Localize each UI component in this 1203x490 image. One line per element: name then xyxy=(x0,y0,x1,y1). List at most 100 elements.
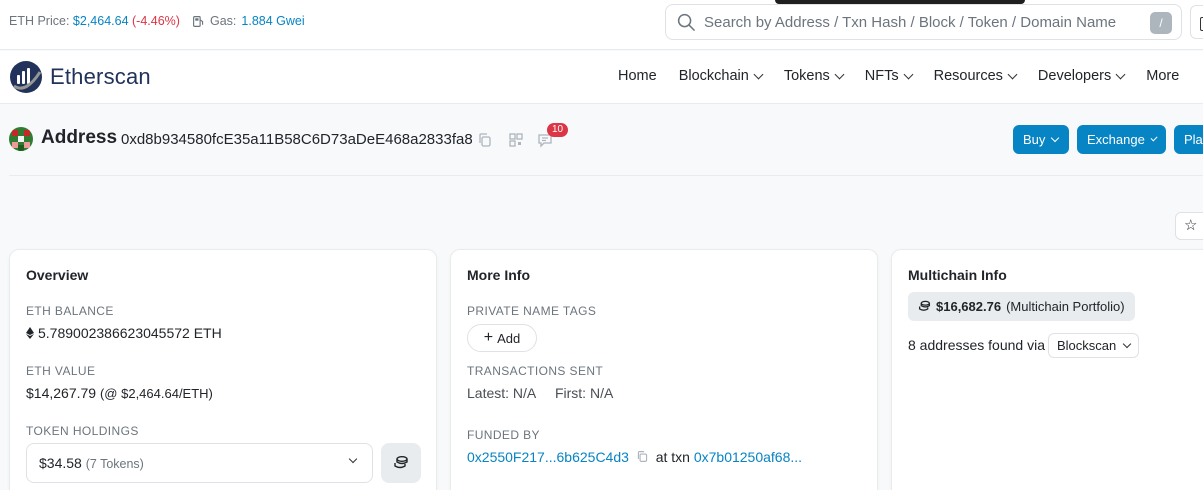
latest-label: Latest: xyxy=(467,385,510,401)
star-icon: ☆ xyxy=(1184,217,1198,234)
token-holdings-count: (7 Tokens) xyxy=(85,457,144,471)
exchange-button-label: Exchange xyxy=(1087,132,1145,147)
chevron-down-icon xyxy=(1051,133,1060,142)
avatar xyxy=(9,127,33,151)
gas-pump-icon xyxy=(193,15,204,27)
nav-resources[interactable]: Resources xyxy=(933,68,1018,84)
ethereum-icon xyxy=(26,327,34,339)
gas-value[interactable]: 1.884 Gwei xyxy=(241,14,304,28)
blockscan-dropdown[interactable]: Blockscan xyxy=(1048,333,1140,358)
eth-value: $14,267.79 (@ $2,464.64/ETH) xyxy=(26,385,213,401)
funded-txn-link[interactable]: 0x7b01250af68... xyxy=(694,449,802,465)
add-tag-label: Add xyxy=(497,330,521,346)
tx-sent-label: TRANSACTIONS SENT xyxy=(467,364,604,378)
nav-tokens[interactable]: Tokens xyxy=(783,68,845,84)
gas-info: Gas: 1.884 Gwei xyxy=(192,14,305,28)
favorite-star-button[interactable]: ☆ xyxy=(1175,212,1203,240)
chevron-down-icon xyxy=(1123,339,1132,348)
search-input[interactable] xyxy=(704,13,1144,31)
nav-more[interactable]: More xyxy=(1146,68,1179,84)
chevron-down-icon xyxy=(1150,133,1158,142)
nav-blockchain[interactable]: Blockchain xyxy=(678,68,764,84)
nav-developers-label: Developers xyxy=(1037,68,1112,84)
tx-sent-values: Latest: N/A First: N/A xyxy=(467,385,613,401)
nav-blockchain-label: Blockchain xyxy=(678,68,749,84)
address-header: Address 0xd8b934580fcE35a11B58C6D73aDeE4… xyxy=(0,105,1203,175)
nav-developers[interactable]: Developers xyxy=(1037,68,1126,84)
header-divider xyxy=(9,175,1203,176)
private-tags-label: PRIVATE NAME TAGS xyxy=(467,304,597,318)
search-shortcut-key: / xyxy=(1150,12,1172,34)
overview-card: Overview ETH BALANCE 5.78900238662304557… xyxy=(9,249,437,490)
add-tag-button[interactable]: + Add xyxy=(467,324,537,352)
first-value: N/A xyxy=(589,385,614,401)
nav-home-label: Home xyxy=(618,68,657,84)
addresses-found-text: 8 addresses found via xyxy=(908,337,1045,353)
etherscan-logo-icon xyxy=(10,61,42,93)
nav-nfts-label: NFTs xyxy=(864,68,899,84)
copy-icon[interactable] xyxy=(477,132,493,148)
chevron-down-icon xyxy=(834,69,845,79)
play-button[interactable]: Play xyxy=(1174,125,1203,154)
multichain-portfolio-link[interactable]: $16,682.76 (Multichain Portfolio) xyxy=(908,292,1135,321)
nav-tokens-label: Tokens xyxy=(783,68,830,84)
play-button-label: Play xyxy=(1184,132,1203,147)
eth-value-label: ETH VALUE xyxy=(26,364,96,378)
nav-nfts[interactable]: NFTs xyxy=(864,68,914,84)
nav-home[interactable]: Home xyxy=(618,68,657,84)
latest-value: N/A xyxy=(512,385,536,401)
eth-price-label: ETH Price: xyxy=(9,14,70,28)
buy-button[interactable]: Buy xyxy=(1013,125,1069,154)
multichain-title: Multichain Info xyxy=(908,267,1007,283)
portfolio-label: (Multichain Portfolio) xyxy=(1006,299,1125,314)
token-holdings-dropdown[interactable]: $34.58 (7 Tokens) xyxy=(26,443,373,483)
eth-price-value[interactable]: $2,464.64 xyxy=(73,14,129,28)
multichain-portfolio-button[interactable] xyxy=(381,443,421,483)
eth-balance: 5.789002386623045572 ETH xyxy=(26,325,222,341)
portfolio-value: $16,682.76 xyxy=(936,299,1002,314)
funded-by-row: 0x2550F217...6b625C4d3 at txn 0x7b01250a… xyxy=(467,449,802,465)
nav-resources-label: Resources xyxy=(933,68,1003,84)
chevron-down-icon xyxy=(348,454,358,464)
chevron-down-icon xyxy=(903,69,914,79)
nav-menu: Home Blockchain Tokens NFTs Resources De… xyxy=(618,68,1201,84)
comment-count-badge: 10 xyxy=(547,123,569,137)
copy-icon[interactable] xyxy=(636,450,649,463)
main-navbar: Etherscan Home Blockchain Tokens NFTs Re… xyxy=(0,51,1203,104)
chevron-down-icon xyxy=(753,69,764,79)
chevron-down-icon xyxy=(1007,69,1018,79)
nav-more-label: More xyxy=(1146,68,1180,84)
eth-balance-label: ETH BALANCE xyxy=(26,304,114,318)
search-box[interactable]: / xyxy=(665,4,1182,40)
token-holdings-value: $34.58 xyxy=(39,455,82,471)
funded-by-label: FUNDED BY xyxy=(467,428,540,442)
token-holdings-label: TOKEN HOLDINGS xyxy=(26,424,139,438)
search-icon xyxy=(677,13,695,31)
eth-value-amount: $14,267.79 xyxy=(26,385,97,401)
top-bar: ETH Price: $2,464.64 (-4.46%) Gas: 1.884… xyxy=(0,0,1203,50)
more-info-title: More Info xyxy=(467,267,530,283)
eth-balance-value: 5.789002386623045572 ETH xyxy=(38,325,222,341)
exchange-button[interactable]: Exchange xyxy=(1077,125,1166,154)
address-hash: 0xd8b934580fcE35a11B58C6D73aDeE468a2833f… xyxy=(121,131,473,148)
funded-by-address-link[interactable]: 0x2550F217...6b625C4d3 xyxy=(467,449,629,465)
logo-text: Etherscan xyxy=(50,64,151,89)
eth-value-rate: (@ $2,464.64/ETH) xyxy=(99,386,213,401)
more-info-card: More Info PRIVATE NAME TAGS + Add TRANSA… xyxy=(450,249,878,490)
coins-stack-icon xyxy=(918,300,931,311)
wallet-button[interactable] xyxy=(1190,5,1203,39)
eth-price-info: ETH Price: $2,464.64 (-4.46%) xyxy=(9,14,180,28)
eth-price-change: (-4.46%) xyxy=(132,14,180,28)
qr-code-icon[interactable] xyxy=(508,132,524,148)
plus-icon: + xyxy=(483,329,494,346)
at-txn-label: at txn xyxy=(655,449,690,465)
gas-label: Gas: xyxy=(210,14,237,28)
etherscan-logo[interactable]: Etherscan xyxy=(9,60,151,94)
first-label: First: xyxy=(554,385,587,401)
overview-title: Overview xyxy=(26,267,89,283)
coins-stack-icon xyxy=(394,456,408,469)
multichain-card: Multichain Info $16,682.76 (Multichain P… xyxy=(891,249,1203,490)
buy-button-label: Buy xyxy=(1023,132,1046,147)
page-title: Address xyxy=(41,127,118,148)
chevron-down-icon xyxy=(1115,69,1126,79)
